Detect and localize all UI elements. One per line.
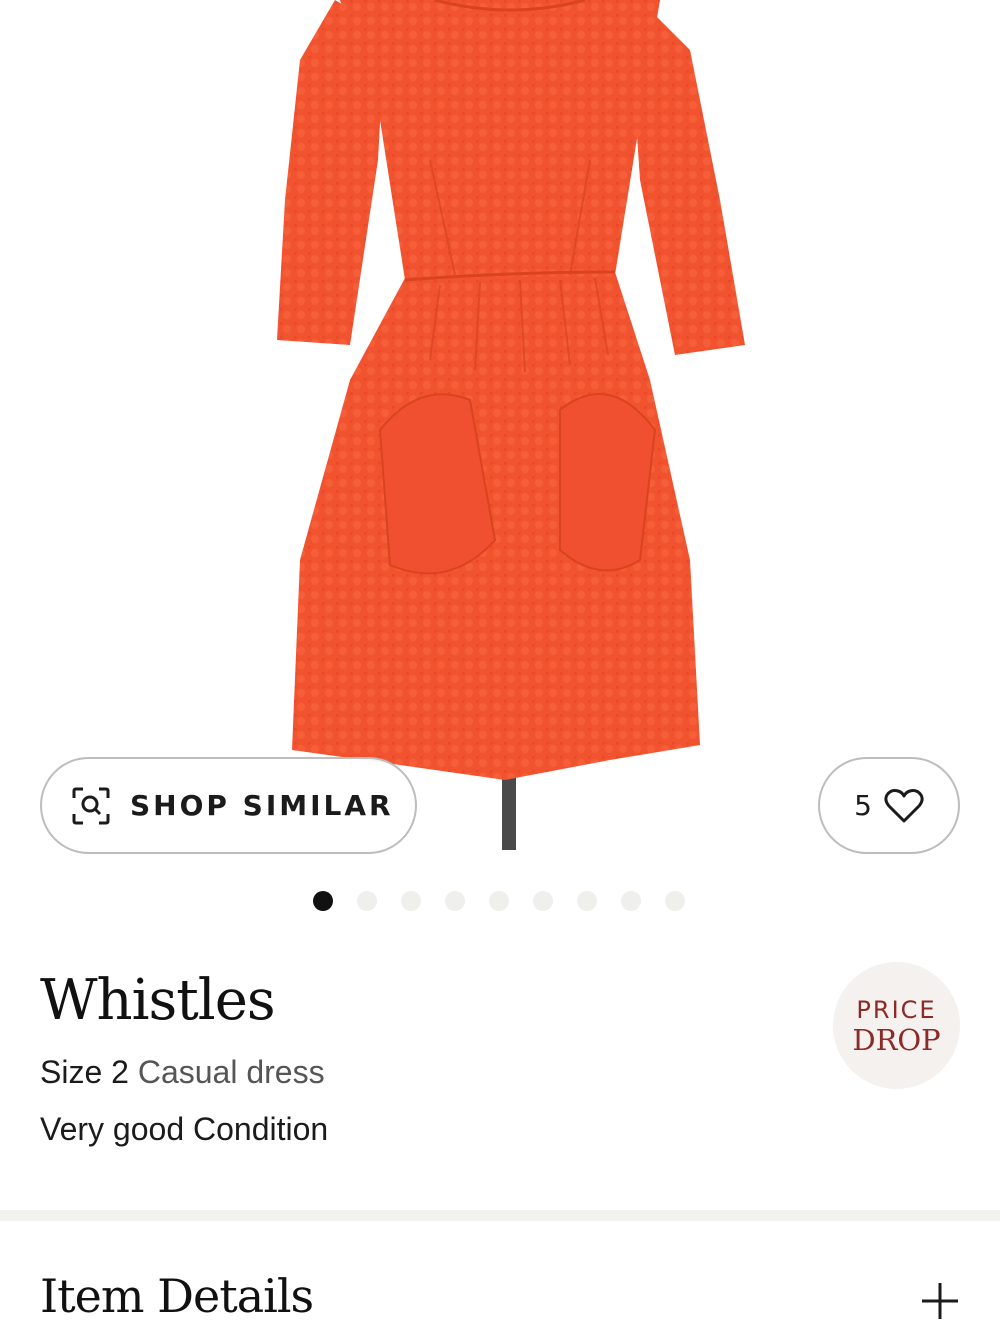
item-details-title: Item Details [40, 1269, 314, 1323]
item-type: Casual dress [137, 1054, 325, 1090]
shop-similar-label: SHOP SIMILAR [130, 789, 394, 822]
carousel-dot[interactable] [577, 891, 597, 911]
heart-icon [884, 788, 924, 824]
size-label: Size 2 [40, 1054, 129, 1090]
badge-line-1: PRICE [856, 995, 937, 1024]
carousel-dot[interactable] [533, 891, 553, 911]
size-type-line: Size 2 Casual dress [40, 1054, 325, 1091]
product-image[interactable] [0, 0, 1000, 870]
carousel-dot[interactable] [357, 891, 377, 911]
shop-similar-button[interactable]: SHOP SIMILAR [40, 757, 417, 854]
carousel-dot[interactable] [445, 891, 465, 911]
carousel-dot[interactable] [313, 891, 333, 911]
badge-line-2: DROP [852, 1022, 941, 1057]
favorite-button[interactable]: 5 [818, 757, 960, 854]
carousel-dot[interactable] [665, 891, 685, 911]
carousel-dots [313, 890, 709, 912]
section-divider [0, 1210, 1000, 1221]
dress-photo [277, 0, 745, 850]
plus-icon[interactable] [920, 1281, 960, 1321]
carousel-dot[interactable] [621, 891, 641, 911]
condition-label: Very good Condition [40, 1111, 329, 1147]
carousel-dot[interactable] [489, 891, 509, 911]
brand-name[interactable]: Whistles [40, 968, 276, 1033]
price-drop-badge: PRICE DROP [833, 962, 960, 1089]
visual-search-icon [70, 785, 112, 827]
carousel-dot[interactable] [401, 891, 421, 911]
item-details-toggle[interactable]: Item Details [0, 1221, 1000, 1333]
favorite-count: 5 [854, 789, 872, 822]
